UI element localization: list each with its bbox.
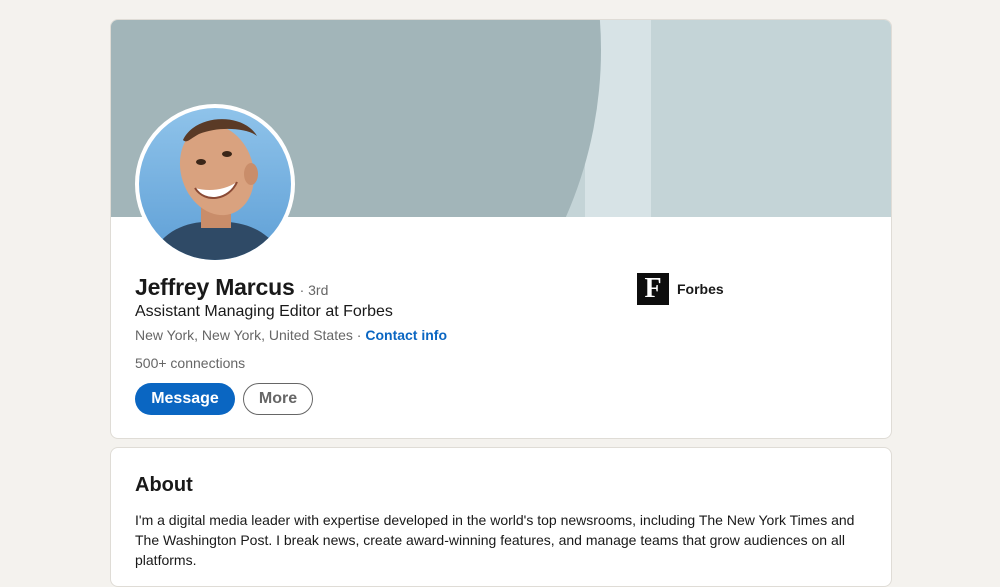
company-name: Forbes	[677, 281, 724, 297]
avatar-photo	[139, 108, 291, 260]
avatar[interactable]	[135, 104, 295, 264]
location-separator: ·	[352, 327, 366, 343]
profile-location: New York, New York, United States	[135, 327, 353, 343]
about-card: About I'm a digital media leader with ex…	[110, 447, 892, 587]
name-row: Jeffrey Marcus · 3rd	[135, 274, 328, 301]
connection-degree: · 3rd	[299, 282, 329, 298]
current-company[interactable]: F Forbes	[637, 273, 724, 305]
contact-info-link[interactable]: Contact info	[365, 327, 447, 343]
profile-name: Jeffrey Marcus	[135, 274, 295, 300]
about-title: About	[135, 474, 193, 496]
profile-headline: Assistant Managing Editor at Forbes	[135, 303, 393, 320]
more-button[interactable]: More	[243, 383, 313, 415]
connections-count: 500+ connections	[135, 355, 246, 371]
location-row: New York, New York, United States · Cont…	[135, 327, 447, 343]
forbes-logo-icon: F	[637, 273, 669, 305]
about-text: I'm a digital media leader with expertis…	[135, 512, 855, 568]
profile-card: Jeffrey Marcus · 3rd Assistant Managing …	[110, 19, 892, 439]
message-button[interactable]: Message	[135, 383, 235, 415]
